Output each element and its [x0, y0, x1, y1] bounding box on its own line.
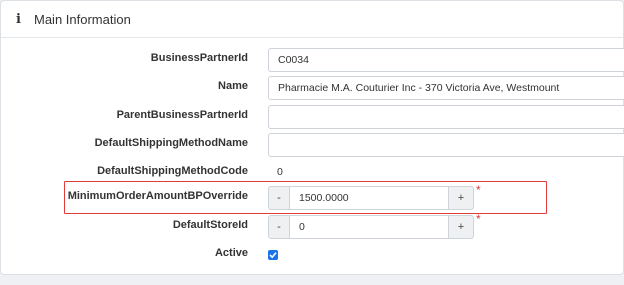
checkmark-icon [269, 252, 277, 259]
default-shipping-method-code-value: 0 [277, 166, 283, 178]
panel-title: Main Information [34, 12, 131, 27]
default-shipping-method-code-label: DefaultShippingMethodCode [97, 165, 248, 177]
business-partner-id-input[interactable]: C0034 [268, 48, 624, 72]
active-label: Active [214, 247, 248, 259]
panel-header: i Main Information [1, 1, 623, 38]
active-row: Active [1, 246, 624, 270]
parent-business-partner-id-input[interactable] [268, 105, 624, 129]
parent-business-partner-id-row: ParentBusinessPartnerId [1, 105, 624, 129]
name-label: Name [218, 80, 248, 92]
default-store-id-stepper: - 0 + [268, 215, 474, 239]
default-shipping-method-name-label: DefaultShippingMethodName [94, 137, 248, 149]
default-store-id-required-marker: * [476, 212, 481, 226]
default-store-id-label: DefaultStoreId [172, 219, 248, 231]
main-information-panel: i Main Information BusinessPartnerId C00… [0, 0, 624, 275]
parent-business-partner-id-label: ParentBusinessPartnerId [116, 109, 248, 121]
default-store-id-input[interactable]: 0 [290, 215, 448, 239]
default-store-id-row: DefaultStoreId - 0 + * [1, 212, 624, 239]
name-row: Name Pharmacie M.A. Couturier Inc - 370 … [1, 76, 624, 100]
name-input[interactable]: Pharmacie M.A. Couturier Inc - 370 Victo… [268, 76, 624, 100]
default-shipping-method-name-input[interactable] [268, 133, 624, 157]
business-partner-id-label: BusinessPartnerId [150, 52, 248, 64]
default-store-id-increment-button[interactable]: + [448, 215, 474, 239]
info-icon: i [16, 12, 21, 27]
active-checkbox[interactable] [268, 250, 278, 260]
business-partner-id-row: BusinessPartnerId C0034 [1, 48, 624, 72]
default-store-id-decrement-button[interactable]: - [268, 215, 290, 239]
default-shipping-method-name-row: DefaultShippingMethodName [1, 133, 624, 157]
highlight-box [64, 181, 547, 214]
